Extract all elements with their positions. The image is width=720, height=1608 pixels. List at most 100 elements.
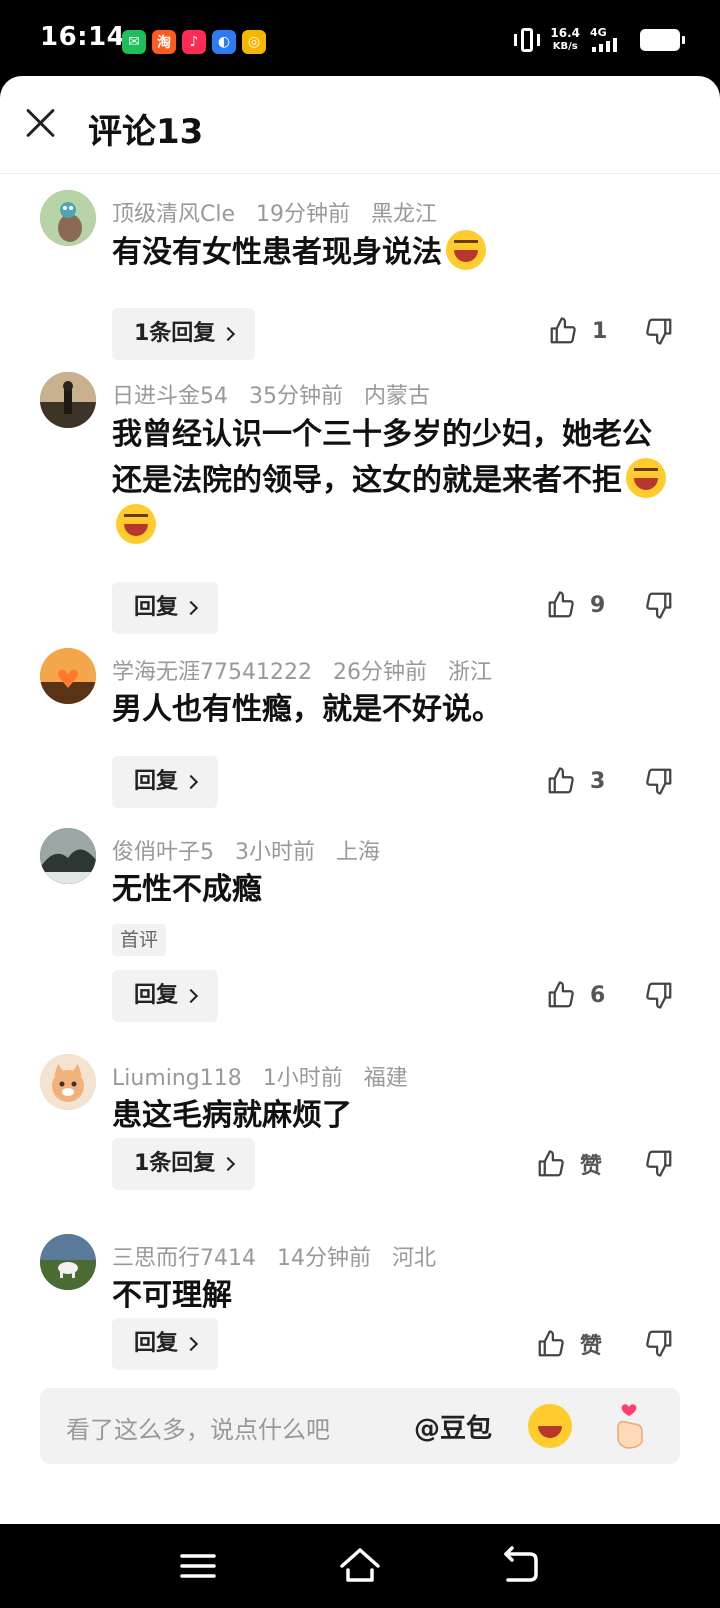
comment-time: 35分钟前 — [249, 384, 343, 409]
thumbs-down-icon[interactable] — [644, 316, 674, 346]
signal-icon: 4G — [590, 26, 630, 54]
like-button[interactable]: 赞 — [536, 1328, 602, 1360]
thumbs-down-icon[interactable] — [644, 1148, 674, 1178]
like-count: 赞 — [580, 1334, 603, 1359]
comment-location: 浙江 — [447, 660, 492, 685]
comment-text: 无性不成瘾 — [112, 872, 262, 907]
comment-username[interactable]: Liuming118 — [112, 1066, 242, 1091]
thumbs-up-icon — [538, 1150, 564, 1177]
taobao-icon: 淘 — [152, 30, 176, 54]
home-icon[interactable] — [338, 1544, 382, 1588]
comment-location: 黑龙江 — [371, 202, 438, 227]
thumbs-up-icon — [538, 1330, 564, 1357]
reply-button[interactable]: 1条回复 — [112, 1138, 256, 1190]
comment-username[interactable]: 日进斗金54 — [112, 384, 228, 409]
comment-location: 福建 — [363, 1066, 408, 1091]
like-button[interactable]: 赞 — [536, 1148, 602, 1180]
like-button[interactable]: 3 — [546, 766, 605, 796]
chevron-right-icon — [221, 1156, 236, 1172]
comment-username[interactable]: 学海无涯77541222 — [112, 660, 312, 685]
avatar[interactable] — [40, 190, 96, 246]
reply-button[interactable]: 回复 — [112, 970, 219, 1022]
back-icon[interactable] — [498, 1544, 542, 1588]
mention-button[interactable]: @豆包 — [414, 1408, 492, 1445]
comment-location: 内蒙古 — [364, 384, 431, 409]
thumbs-up-icon — [548, 591, 574, 618]
vibrate-icon — [514, 26, 541, 54]
like-button[interactable]: 6 — [546, 980, 605, 1010]
status-bar: 16:14 ✉ 淘 ♪ ◐ ◎ 16.4 KB/s 4G — [0, 0, 720, 76]
like-count: 6 — [590, 982, 606, 1008]
comment-sheet: 评论13 顶级清风Cle 19分钟前 黑龙江 有没有女性患者现身说法 1条回复 … — [0, 76, 720, 1524]
laughing-emoji-icon — [626, 458, 666, 498]
comment-location: 上海 — [336, 840, 381, 865]
comment-input[interactable]: 看了这么多，说点什么吧 @豆包 — [40, 1388, 680, 1464]
thumbs-down-icon[interactable] — [644, 980, 674, 1010]
comment-meta: 日进斗金54 35分钟前 内蒙古 — [112, 378, 444, 410]
status-time: 16:14 — [40, 22, 126, 52]
laughing-emoji-icon — [446, 230, 486, 270]
comment-username[interactable]: 俊俏叶子5 — [112, 840, 214, 865]
comment-text: 患这毛病就麻烦了 — [112, 1098, 352, 1133]
comment-time: 14分钟前 — [277, 1246, 371, 1271]
chevron-right-icon — [183, 600, 199, 616]
comment-username[interactable]: 顶级清风Cle — [112, 202, 235, 227]
reply-button[interactable]: 回复 — [112, 756, 219, 808]
comment-time: 3小时前 — [235, 840, 315, 865]
chevron-right-icon — [183, 774, 199, 790]
network-speed: 16.4 KB/s — [550, 26, 580, 53]
wallet-icon: ◎ — [242, 30, 266, 54]
browser-icon: ◐ — [212, 30, 236, 54]
menu-icon[interactable] — [176, 1544, 220, 1588]
avatar[interactable] — [40, 1234, 96, 1290]
emoji-picker-icon[interactable] — [528, 1404, 572, 1448]
comment-text: 不可理解 — [112, 1278, 232, 1313]
thumbs-up-icon — [548, 767, 574, 794]
comment-text: 男人也有性瘾，就是不好说。 — [112, 692, 502, 727]
comment-time: 19分钟前 — [256, 202, 351, 227]
reply-button[interactable]: 回复 — [112, 582, 219, 634]
comment-text: 有没有女性患者现身说法 — [112, 230, 672, 275]
comment-meta: 顶级清风Cle 19分钟前 黑龙江 — [112, 196, 451, 228]
comment-meta: Liuming118 1小时前 福建 — [112, 1060, 422, 1092]
comment-meta: 学海无涯77541222 26分钟前 浙江 — [112, 654, 506, 686]
like-count: 赞 — [580, 1154, 603, 1179]
comment-time: 26分钟前 — [332, 660, 427, 685]
like-button[interactable]: 1 — [548, 316, 607, 346]
thumbs-down-icon[interactable] — [644, 766, 674, 796]
sheet-header: 评论13 — [0, 76, 720, 174]
comment-meta: 俊俏叶子5 3小时前 上海 — [112, 834, 394, 866]
thumbs-down-icon[interactable] — [644, 1328, 674, 1358]
avatar[interactable] — [40, 648, 96, 704]
comment-username[interactable]: 三思而行7414 — [112, 1246, 256, 1271]
laughing-emoji-icon — [116, 504, 156, 544]
thumbs-down-icon[interactable] — [644, 590, 674, 620]
like-count: 1 — [592, 318, 608, 344]
thumbs-up-icon — [550, 317, 576, 344]
system-nav-bar — [0, 1524, 720, 1608]
reply-button[interactable]: 1条回复 — [112, 308, 256, 360]
thumbs-up-icon — [548, 981, 574, 1008]
finger-heart-icon[interactable] — [608, 1402, 652, 1450]
chevron-right-icon — [183, 1336, 199, 1352]
avatar[interactable] — [40, 1054, 96, 1110]
reply-button[interactable]: 回复 — [112, 1318, 219, 1370]
like-button[interactable]: 9 — [546, 590, 605, 620]
comment-input-placeholder[interactable]: 看了这么多，说点什么吧 — [66, 1410, 330, 1445]
close-icon[interactable] — [22, 104, 58, 140]
comment-text: 我曾经认识一个三十多岁的少妇，她老公还是法院的领导，这女的就是来者不拒 — [112, 412, 672, 550]
notification-icons: ✉ 淘 ♪ ◐ ◎ — [122, 30, 266, 54]
comment-location: 河北 — [392, 1246, 437, 1271]
page-title: 评论13 — [88, 112, 204, 152]
first-comment-badge: 首评 — [112, 924, 167, 956]
douyin-icon: ♪ — [182, 30, 206, 54]
battery-icon — [640, 29, 685, 51]
chevron-right-icon — [221, 326, 236, 342]
comment-meta: 三思而行7414 14分钟前 河北 — [112, 1240, 450, 1272]
avatar[interactable] — [40, 372, 96, 428]
wechat-icon: ✉ — [122, 30, 146, 54]
like-count: 3 — [590, 768, 606, 794]
comment-time: 1小时前 — [262, 1066, 343, 1091]
avatar[interactable] — [40, 828, 96, 884]
chevron-right-icon — [183, 988, 199, 1004]
